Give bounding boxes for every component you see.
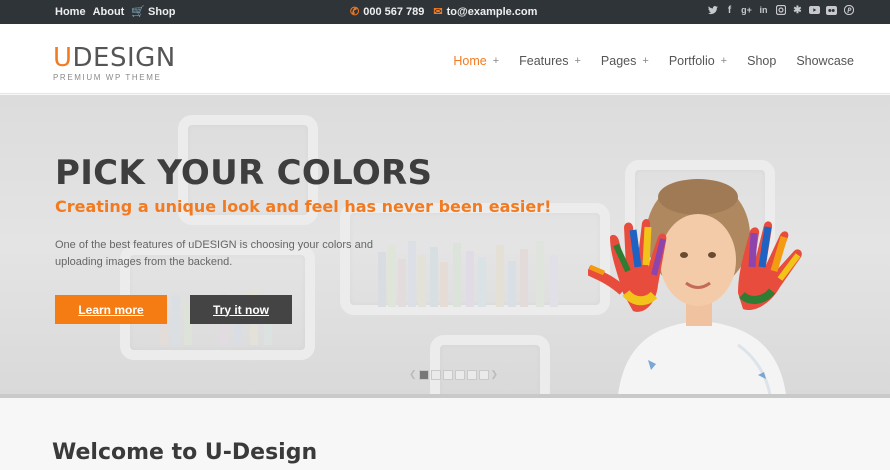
expand-plus-icon: + [574, 55, 581, 67]
expand-plus-icon: + [642, 55, 649, 67]
phone-icon: ✆ [350, 6, 360, 18]
nav-label: Showcase [796, 54, 854, 68]
nav-item-home[interactable]: Home + [453, 54, 499, 68]
try-it-now-button[interactable]: Try it now [190, 295, 292, 324]
nav-item-features[interactable]: Features + [519, 54, 581, 68]
hero-slider: PICK YOUR COLORS Creating a unique look … [0, 95, 890, 395]
nav-item-pages[interactable]: Pages + [601, 54, 649, 68]
hero-divider [0, 394, 890, 398]
phone-number: 000 567 789 [363, 5, 425, 18]
slider-dot[interactable] [478, 369, 489, 380]
girl-painted-hands-image [588, 179, 802, 395]
facebook-icon[interactable]: f [724, 4, 735, 16]
nav-item-showcase[interactable]: Showcase [796, 54, 854, 68]
slider-dot[interactable] [454, 369, 465, 380]
main-nav: Home + Features + Pages + Portfolio + Sh… [433, 54, 854, 68]
contact-info: ✆ 000 567 789 ✉ to@example.com [350, 5, 538, 19]
nav-label: Features [519, 54, 569, 68]
hero-title: PICK YOUR COLORS [55, 153, 433, 193]
instagram-icon[interactable] [775, 4, 786, 16]
yelp-icon[interactable]: ✱ [792, 4, 803, 16]
nav-label: Portfolio [668, 54, 715, 68]
hero-description: One of the best features of uDESIGN is c… [55, 239, 373, 268]
slider-next-arrow[interactable]: ❯ [491, 369, 499, 380]
logo-rest: DESIGN [72, 43, 176, 73]
email-link[interactable]: to@example.com [447, 6, 538, 18]
top-link-about[interactable]: About [93, 6, 125, 18]
nav-label: Pages [600, 54, 637, 68]
youtube-icon[interactable] [809, 4, 820, 16]
top-bar: Home About 🛒 Shop ✆ 000 567 789 ✉ to@exa… [0, 0, 890, 24]
google-plus-icon[interactable]: g+ [741, 4, 752, 16]
top-link-home[interactable]: Home [55, 6, 86, 18]
nav-item-portfolio[interactable]: Portfolio + [669, 54, 727, 68]
slider-dot[interactable] [466, 369, 477, 380]
nav-label: Shop [747, 54, 777, 68]
logo-first-letter: U [53, 43, 73, 73]
nav-label: Home [453, 54, 487, 68]
background-shelf [430, 335, 550, 395]
pinterest-icon[interactable] [843, 4, 854, 16]
email-icon: ✉ [433, 6, 443, 18]
expand-plus-icon: + [492, 55, 500, 67]
slider-dot[interactable] [430, 369, 441, 380]
site-logo[interactable]: UDESIGN PREMIUM WP THEME [53, 44, 176, 82]
hero-subtitle: Creating a unique look and feel has neve… [55, 197, 552, 216]
learn-more-button[interactable]: Learn more [55, 295, 167, 324]
top-link-shop[interactable]: Shop [148, 6, 176, 18]
slider-dot[interactable] [418, 369, 429, 380]
welcome-heading: Welcome to U-Design [52, 440, 318, 465]
expand-plus-icon: + [720, 55, 728, 67]
site-header: UDESIGN PREMIUM WP THEME Home + Features… [0, 24, 890, 94]
twitter-icon[interactable] [707, 4, 718, 16]
linkedin-icon[interactable]: in [758, 4, 769, 16]
background-books [378, 235, 598, 307]
flickr-icon[interactable] [826, 4, 837, 16]
slider-prev-arrow[interactable]: ❮ [409, 369, 417, 380]
social-icons: f g+ in ✱ [707, 4, 854, 16]
logo-tagline: PREMIUM WP THEME [53, 73, 162, 82]
top-links: Home About 🛒 Shop [55, 5, 176, 19]
cart-icon: 🛒 [131, 6, 146, 18]
nav-item-shop[interactable]: Shop [747, 54, 776, 68]
slider-pagination: ❮ ❯ [409, 369, 498, 380]
slider-dot[interactable] [442, 369, 453, 380]
